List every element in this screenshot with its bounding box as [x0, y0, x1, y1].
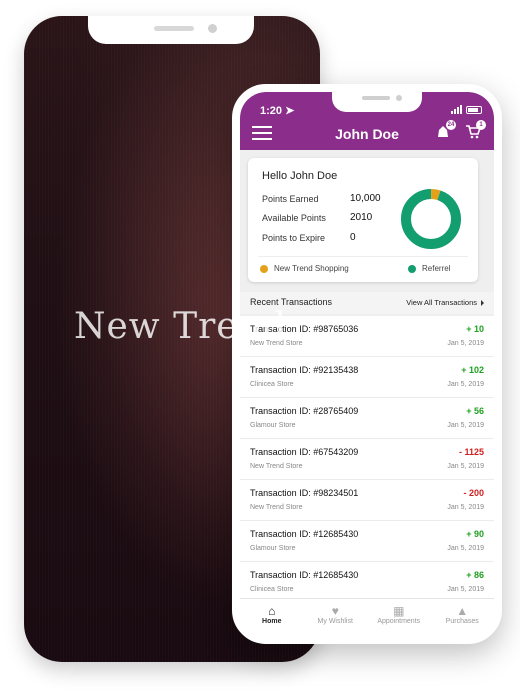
transaction-amount: - 1125 [458, 447, 484, 457]
nav-label: Appointments [377, 618, 421, 625]
app-header: 1:20 ➤ John Doe 24 1 [240, 92, 494, 150]
transaction-id: Transaction ID: #12685430 [250, 529, 359, 539]
nav-label: Purchases [445, 618, 479, 625]
transaction-amount: + 102 [461, 365, 484, 375]
calendar-icon: ▦ [393, 604, 405, 618]
back-phone-speaker [154, 26, 194, 31]
transaction-id: Transaction ID: #67543209 [250, 447, 359, 457]
transaction-store: Clinicea Store [250, 586, 294, 593]
signal-icon [451, 105, 462, 114]
transaction-row[interactable]: Transaction ID: #12685430 Clinicea Store +… [240, 562, 494, 603]
greeting: Hello John Doe [262, 170, 338, 182]
legend-label: New Trend Shopping [274, 264, 349, 273]
transaction-store: Glamour Store [250, 545, 296, 552]
battery-icon [466, 105, 482, 114]
legend-label: Referrel [422, 264, 451, 273]
showcase-stage: New Trend 1:20 ➤ John Doe 24 1 Hello Joh… [0, 0, 520, 698]
transaction-id: Transaction ID: #98234501 [250, 488, 359, 498]
status-time: 1:20 ➤ [260, 105, 295, 117]
status-indicators [451, 105, 482, 114]
transaction-store: Clinicea Store [250, 381, 294, 388]
transaction-date: Jan 5, 2019 [447, 381, 484, 388]
transaction-amount: + 10 [466, 324, 484, 334]
view-all-transactions-link[interactable]: View All Transactions [406, 298, 484, 307]
transaction-row[interactable]: Transaction ID: #98234501 New Trend Store… [240, 480, 494, 521]
nav-label: Home [262, 618, 282, 625]
points-donut-chart [401, 189, 461, 249]
nav-item-purchases[interactable]: ▲ Purchases [431, 599, 495, 636]
back-phone-camera [208, 24, 217, 33]
transaction-list: Transaction ID: #98765036 New Trend Store… [240, 316, 494, 603]
foreground-phone: 1:20 ➤ John Doe 24 1 Hello John Doe Poin… [232, 84, 502, 644]
phone-camera [396, 95, 402, 101]
transaction-amount: - 200 [463, 488, 484, 498]
heart-icon: ♥ [331, 604, 339, 618]
available-points-value: 2010 [350, 212, 373, 223]
transaction-amount: + 86 [466, 570, 484, 580]
card-divider [258, 256, 468, 257]
transaction-amount: + 56 [466, 406, 484, 416]
wallet-badge: 24 [446, 120, 456, 130]
transaction-date: Jan 5, 2019 [447, 422, 484, 429]
transaction-date: Jan 5, 2019 [447, 545, 484, 552]
transaction-store: New Trend Store [250, 504, 303, 511]
transaction-id: Transaction ID: #28765409 [250, 406, 359, 416]
bag-icon: ▲ [456, 604, 469, 618]
cart-icon[interactable]: 1 [464, 120, 486, 142]
cart-badge: 1 [476, 120, 486, 130]
points-expire-label: Points to Expire [262, 233, 326, 243]
phone-speaker [362, 96, 390, 100]
legend-new-trend-shopping: New Trend Shopping [260, 264, 349, 273]
legend-dot [408, 264, 416, 273]
points-earned-value: 10,000 [350, 193, 381, 204]
phone-notch [332, 92, 422, 112]
transaction-row[interactable]: Transaction ID: #28765409 Glamour Store + … [240, 398, 494, 439]
transaction-row[interactable]: Transaction ID: #12685430 Glamour Store + … [240, 521, 494, 562]
transaction-date: Jan 5, 2019 [447, 504, 484, 511]
nav-label: My Wishlist [317, 618, 353, 625]
nav-item-home[interactable]: ⌂ Home [240, 599, 304, 636]
available-points-label: Available Points [262, 213, 326, 223]
points-expire-value: 0 [350, 232, 356, 243]
points-summary-card: Hello John Doe Points Earned 10,000 Avai… [248, 158, 478, 282]
nav-item-appointments[interactable]: ▦ Appointments [367, 599, 431, 636]
home-icon: ⌂ [268, 604, 276, 618]
app-screen: 1:20 ➤ John Doe 24 1 Hello John Doe Poin… [240, 92, 494, 636]
bottom-navigation: ⌂ Home ♥ My Wishlist ▦ Appointments ▲ Purchases [240, 598, 494, 636]
donut-segment-referrel [401, 189, 461, 249]
wallet-icon[interactable]: 24 [434, 120, 456, 142]
transaction-row[interactable]: Transaction ID: #67543209 New Trend Store… [240, 439, 494, 480]
transaction-date: Jan 5, 2019 [447, 340, 484, 347]
transaction-id: Transaction ID: #92135438 [250, 365, 359, 375]
transaction-amount: + 90 [466, 529, 484, 539]
nav-item-my-wishlist[interactable]: ♥ My Wishlist [304, 599, 368, 636]
transaction-store: New Trend Store [250, 463, 303, 470]
transaction-date: Jan 5, 2019 [447, 463, 484, 470]
transaction-row[interactable]: Transaction ID: #92135438 Clinicea Store +… [240, 357, 494, 398]
legend-referrel: Referrel [408, 264, 450, 273]
legend-dot [260, 264, 268, 273]
transaction-store: Glamour Store [250, 422, 296, 429]
points-earned-label: Points Earned [262, 194, 319, 204]
transaction-id: Transaction ID: #12685430 [250, 570, 359, 580]
page-title: John Doe [335, 126, 399, 142]
brand-splash-text: New Trend [74, 306, 287, 347]
chevron-right-icon [481, 300, 484, 307]
transaction-date: Jan 5, 2019 [447, 586, 484, 593]
